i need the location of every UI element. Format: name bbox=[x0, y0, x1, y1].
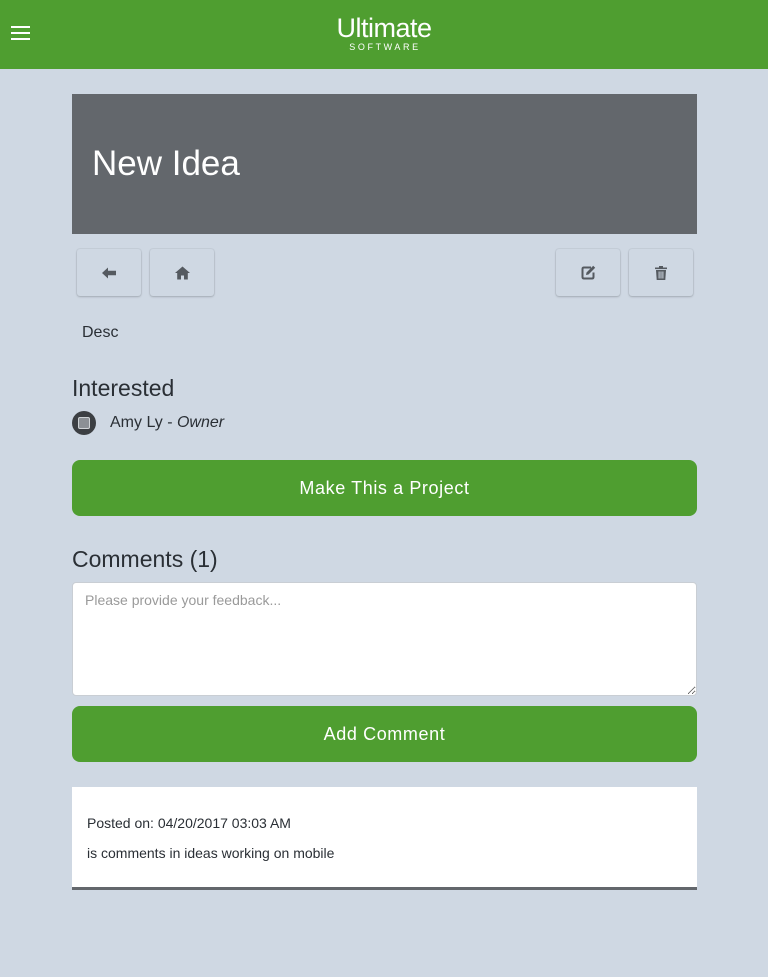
home-icon bbox=[174, 266, 190, 279]
back-button[interactable] bbox=[77, 249, 141, 296]
make-project-button[interactable]: Make This a Project bbox=[72, 460, 697, 516]
logo-text: Ultimate bbox=[336, 13, 432, 43]
interested-heading: Interested bbox=[72, 375, 175, 401]
logo-subtext: SOFTWARE bbox=[349, 42, 421, 52]
comments-heading: Comments (1) bbox=[72, 546, 218, 572]
user-placeholder-icon bbox=[78, 417, 90, 429]
interested-person: Amy Ly - Owner bbox=[110, 413, 224, 433]
person-separator: - bbox=[162, 414, 177, 431]
idea-banner: New Idea bbox=[72, 94, 697, 234]
delete-button[interactable] bbox=[629, 249, 693, 296]
posted-on-label: Posted on: bbox=[87, 815, 154, 831]
edit-icon bbox=[581, 265, 595, 280]
arrow-left-icon bbox=[102, 267, 116, 278]
top-bar: Ultimate SOFTWARE bbox=[0, 0, 768, 69]
edit-button[interactable] bbox=[556, 249, 620, 296]
page-title: New Idea bbox=[92, 144, 240, 183]
person-role: Owner bbox=[176, 414, 225, 431]
avatar bbox=[72, 411, 96, 435]
comment-meta: Posted on: 04/20/2017 03:03 AM bbox=[87, 815, 291, 831]
idea-description: Desc bbox=[82, 324, 119, 341]
posted-on-date: 04/20/2017 03:03 AM bbox=[157, 815, 291, 831]
person-name: Amy Ly bbox=[110, 414, 163, 431]
add-comment-button[interactable]: Add Comment bbox=[72, 706, 697, 762]
trash-icon bbox=[655, 265, 667, 280]
comment-card: Posted on: 04/20/2017 03:03 AM is commen… bbox=[72, 787, 697, 890]
comment-text: is comments in ideas working on mobile bbox=[87, 845, 335, 861]
home-button[interactable] bbox=[150, 249, 214, 296]
feedback-input[interactable] bbox=[72, 582, 697, 696]
brand-logo: Ultimate SOFTWARE bbox=[0, 14, 768, 52]
